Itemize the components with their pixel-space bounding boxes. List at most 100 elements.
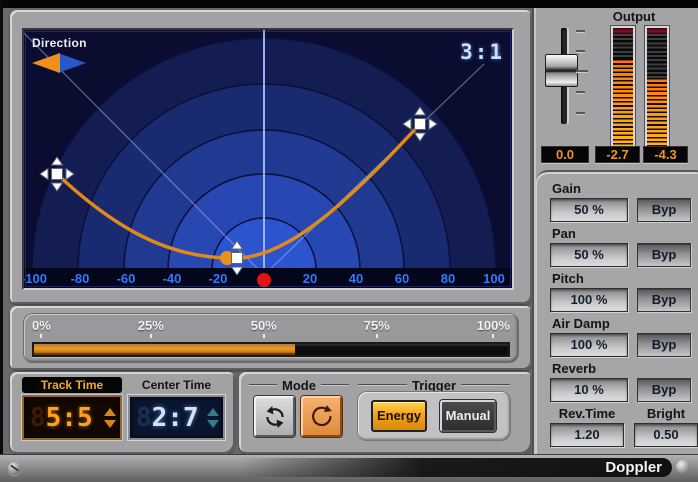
param-label-bright: Bright [647,406,685,421]
axis-label-20: 20 [303,271,317,286]
trigger-manual-button[interactable]: Manual [440,400,496,432]
ratio-lcd-display: 8:8 3:1 [434,40,504,66]
param-row-gain: Gain50 %Byp [550,181,692,222]
timeline-container: 0% 25% 50% 75% 100% [24,314,518,362]
screw-icon [8,462,21,475]
param-value-air-damp[interactable]: 100 % [550,333,628,357]
oneshot-cycle-icon [309,404,335,430]
axis-label-60: 60 [395,271,409,286]
doppler-plugin-window: Direction 8:8 3:1 -100-80-60-40-20204060… [0,0,698,482]
timeline-label-100pct: 100% [477,318,510,338]
output-meter-right [645,26,669,148]
direction-arrows[interactable] [32,53,88,73]
output-section-title: Output [592,9,676,24]
fader-tick [576,91,585,93]
track-time-display: 8 5:5 [22,395,122,440]
output-meter-left [611,26,635,148]
mode-header-line [249,384,277,386]
timeline-label-text: 0% [32,318,51,333]
center-time-ghost-digit: 8 [130,403,152,433]
track-time-step-down-icon[interactable] [104,420,116,428]
window-left-strip [0,0,3,482]
axis-labels: -100-80-60-40-2020406080100 [24,268,514,290]
direction-control[interactable]: Direction [32,36,88,73]
mode-oneshot-button[interactable] [301,396,342,437]
timeline-label-text: 25% [138,318,164,333]
fader-tick [576,30,585,32]
timeline-tick [40,334,42,338]
byp-button-reverb[interactable]: Byp [637,378,691,402]
parameters-footer-row: Rev.Time1.20Bright0.50 [550,406,692,447]
trigger-button-group: Energy Manual [358,392,510,440]
ratio-lcd-value: 3:1 [460,40,504,64]
param-value-gain[interactable]: 50 % [550,198,628,222]
meter-left-readout[interactable]: -2.7 [595,146,640,163]
right-column: Output 0.0 -2.7 -4.3 Gain50 %BypPan50 %B… [532,8,698,454]
timeline-tick [376,334,378,338]
mode-header: Mode [249,378,349,392]
timeline-progress-fill [34,344,295,355]
meter-unlit-segments [647,34,667,78]
center-time-value: 2:7 [152,403,199,433]
param-controls: 100 % Byp [550,333,692,357]
waves-ball-icon[interactable] [676,460,690,474]
center-time-step-down-icon[interactable] [207,420,219,428]
center-time-stepper[interactable] [207,408,219,428]
param-value-bright[interactable]: 0.50 [634,423,698,447]
byp-button-pitch[interactable]: Byp [637,288,691,312]
parameters-panel: Gain50 %BypPan50 %BypPitch100 %BypAir Da… [536,170,698,454]
radar-screen[interactable]: Direction 8:8 3:1 -100-80-60-40-20204060… [22,28,514,290]
axis-label--60: -60 [117,271,136,286]
mode-loop-button[interactable] [254,396,295,437]
timeline-label-text: 75% [364,318,390,333]
timeline-scale: 0% 25% 50% 75% 100% [32,318,510,338]
center-time-display: 8 2:7 [128,395,225,440]
track-time-step-up-icon[interactable] [104,408,116,416]
track-time-stepper[interactable] [104,408,116,428]
axis-label--80: -80 [71,271,90,286]
radar-display-panel: Direction 8:8 3:1 -100-80-60-40-20204060… [10,10,532,304]
timeline-progress-bar[interactable] [32,342,510,357]
meter-right-readout[interactable]: -4.3 [643,146,688,163]
direction-right-arrow-icon[interactable] [58,53,86,73]
axis-label-80: 80 [441,271,455,286]
direction-label: Direction [32,36,88,50]
bottom-bar: Doppler [0,454,698,482]
trigger-header-label: Trigger [412,378,456,393]
fader-value-readout[interactable]: 0.0 [541,146,589,163]
radar-graphic [24,30,514,290]
param-cell-rev-time: Rev.Time1.20 [550,406,624,447]
byp-button-pan[interactable]: Byp [637,243,691,267]
param-cell-bright: Bright 0.50 [634,406,698,447]
param-value-pitch[interactable]: 100 % [550,288,628,312]
axis-label-40: 40 [349,271,363,286]
mode-trigger-panel: Mode Trigger Energy Manual [239,372,532,454]
param-controls: 50 % Byp [550,198,692,222]
meter-unlit-segments [613,34,633,59]
track-time-label: Track Time [22,377,122,393]
center-time-label: Center Time [128,377,225,393]
track-time-ghost-digit: 8 [24,403,46,433]
direction-left-arrow-icon[interactable] [32,53,60,73]
timeline-label-50pct: 50% [251,318,277,338]
mode-header-line [321,384,349,386]
param-value-reverb[interactable]: 10 % [550,378,628,402]
byp-button-air-damp[interactable]: Byp [637,333,691,357]
center-time-step-up-icon[interactable] [207,408,219,416]
output-fader-thumb[interactable] [545,54,578,87]
timeline-tick [492,334,494,338]
trigger-energy-button[interactable]: Energy [371,400,427,432]
param-label-pitch: Pitch [552,271,692,286]
axis-label--100: -100 [22,271,47,286]
axis-label--20: -20 [209,271,228,286]
trigger-header: Trigger [358,378,510,392]
timeline-label-text: 100% [477,318,510,333]
meter-lit-segments [613,59,633,146]
fader-tick [576,50,585,52]
param-label-reverb: Reverb [552,361,692,376]
param-value-pan[interactable]: 50 % [550,243,628,267]
mode-header-label: Mode [282,378,316,393]
timeline-panel: 0% 25% 50% 75% 100% [10,306,532,370]
param-value-rev-time[interactable]: 1.20 [550,423,624,447]
byp-button-gain[interactable]: Byp [637,198,691,222]
